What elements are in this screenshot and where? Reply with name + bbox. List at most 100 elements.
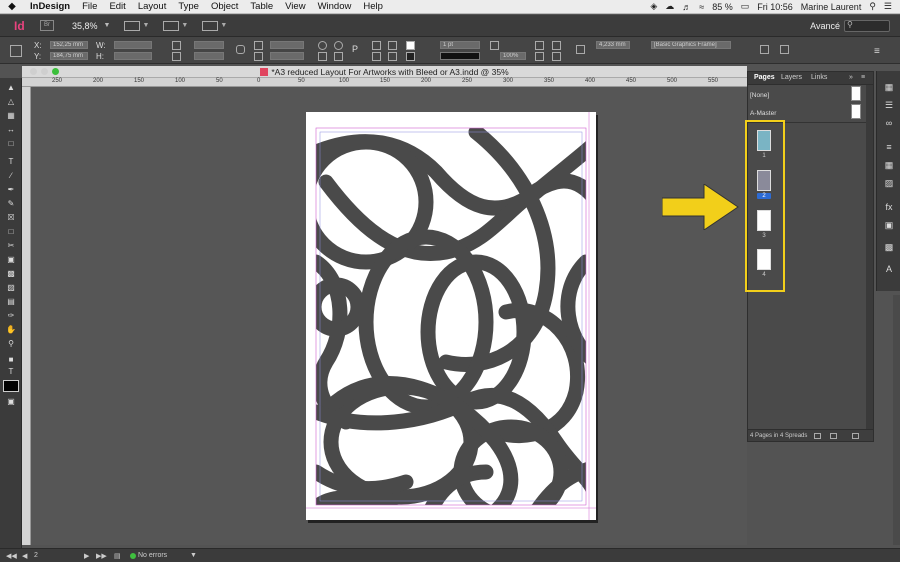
gradient-swatch-tool-icon[interactable]: ▩	[3, 268, 19, 280]
menu-window[interactable]: Window	[312, 1, 358, 12]
flip-horizontal-icon[interactable]	[318, 52, 327, 61]
links-panel-icon[interactable]: ∞	[883, 117, 895, 129]
vertical-ruler[interactable]	[22, 87, 31, 545]
last-page-icon[interactable]: ▶▶	[96, 552, 107, 560]
document-page[interactable]	[306, 112, 596, 520]
x-field[interactable]: 152,25 mm	[50, 41, 88, 49]
line-tool-icon[interactable]: ∕	[3, 170, 19, 182]
reference-point-icon[interactable]	[10, 45, 22, 57]
gradient-panel-icon[interactable]: ▨	[883, 177, 895, 189]
shear-field[interactable]	[270, 52, 304, 60]
notifications-icon[interactable]: ☰	[884, 1, 892, 12]
pages-scrollbar[interactable]	[866, 85, 873, 429]
current-page-field[interactable]: 2	[34, 552, 38, 559]
rotate-90-cw-icon[interactable]	[318, 41, 327, 50]
formatting-affects-icon[interactable]: T	[3, 366, 19, 378]
direct-selection-tool-icon[interactable]: △	[3, 96, 19, 108]
effects-panel-icon[interactable]: fx	[883, 201, 895, 213]
collapse-icon[interactable]: »	[849, 74, 853, 81]
screen-mode-icon[interactable]: ▣	[3, 396, 19, 408]
chevron-down-icon[interactable]: ▼	[142, 22, 149, 29]
gap-tool-icon[interactable]: ↔	[3, 124, 19, 136]
quick-apply-icon[interactable]	[760, 45, 769, 54]
object-style-dropdown[interactable]: [Basic Graphics Frame]	[651, 41, 731, 49]
clock[interactable]: Fri 10:56	[757, 2, 793, 12]
battery-icon[interactable]: ▭	[741, 1, 750, 12]
rotate-90-ccw-icon[interactable]	[334, 41, 343, 50]
page-size-icon[interactable]	[814, 433, 821, 439]
zoom-tool-icon[interactable]: ⚲	[3, 338, 19, 350]
next-page-icon[interactable]: ▶	[84, 552, 89, 560]
menu-object[interactable]: Object	[205, 1, 244, 12]
screen-mode-icon[interactable]	[163, 20, 180, 31]
stroke-panel-icon[interactable]: ≡	[883, 141, 895, 153]
select-container-icon[interactable]	[372, 41, 381, 50]
document-tab[interactable]: *A3 reduced Layout For Artworks with Ble…	[22, 66, 747, 78]
default-fill-stroke-icon[interactable]: ■	[3, 354, 19, 366]
a-master-thumbnail[interactable]	[851, 104, 861, 119]
content-collector-icon[interactable]: □	[3, 138, 19, 150]
drop-shadow-icon[interactable]	[535, 41, 544, 50]
eyedropper-tool-icon[interactable]: ✑	[3, 310, 19, 322]
new-page-icon[interactable]	[830, 433, 837, 439]
zoom-level[interactable]: 35,8%	[72, 21, 98, 31]
h-field[interactable]	[114, 52, 152, 60]
gradient-feather-tool-icon[interactable]: ▨	[3, 282, 19, 294]
panel-menu-icon[interactable]: ≡	[874, 46, 880, 57]
flip-vertical-icon[interactable]	[334, 52, 343, 61]
select-next-icon[interactable]	[388, 52, 397, 61]
workspace-switcher[interactable]: Avancé	[810, 21, 840, 31]
bridge-button[interactable]: Br	[40, 20, 54, 31]
open-folder-icon[interactable]: ▤	[114, 552, 121, 560]
select-content-icon[interactable]	[388, 41, 397, 50]
view-options-icon[interactable]	[124, 20, 141, 31]
wifi-icon[interactable]: ≈	[699, 2, 704, 12]
vertical-scrollbar[interactable]	[893, 295, 900, 545]
menu-file[interactable]: File	[76, 1, 103, 12]
page-tool-icon[interactable]: ▦	[3, 110, 19, 122]
opacity-field[interactable]: 100%	[500, 52, 526, 60]
apple-icon[interactable]: ◆	[0, 1, 24, 12]
artwork-pattern[interactable]	[306, 112, 596, 520]
stroke-weight-field[interactable]: 1 pt	[440, 41, 480, 49]
y-field[interactable]: 184,75 mm	[50, 52, 88, 60]
cloud-icon[interactable]: ☁	[665, 1, 674, 12]
search-icon[interactable]: ⚲	[869, 1, 876, 12]
scale-x-field[interactable]	[194, 41, 224, 49]
pen-tool-icon[interactable]: ✒	[3, 184, 19, 196]
swatches-panel-icon[interactable]: ▦	[883, 159, 895, 171]
stroke-type-field[interactable]	[440, 52, 480, 60]
constrain-proportions-icon[interactable]	[236, 45, 245, 54]
w-field[interactable]	[114, 41, 152, 49]
menu-indesign[interactable]: InDesign	[24, 1, 76, 12]
fit-frame-icon[interactable]	[552, 52, 561, 61]
text-wrap-icon[interactable]	[552, 41, 561, 50]
pencil-tool-icon[interactable]: ✎	[3, 198, 19, 210]
none-master-thumbnail[interactable]	[851, 86, 861, 101]
rectangle-tool-icon[interactable]: □	[3, 226, 19, 238]
menu-help[interactable]: Help	[357, 1, 389, 12]
stroke-swatch-icon[interactable]	[406, 52, 415, 61]
fit-content-icon[interactable]	[535, 52, 544, 61]
corner-options-icon[interactable]	[576, 45, 585, 54]
rectangle-frame-tool-icon[interactable]: ☒	[3, 212, 19, 224]
text-wrap-panel-icon[interactable]: ▣	[883, 219, 895, 231]
layers-panel-icon[interactable]: ☰	[883, 99, 895, 111]
fill-stroke-swatch-icon[interactable]	[3, 380, 19, 392]
scissors-tool-icon[interactable]: ✂	[3, 240, 19, 252]
menu-type[interactable]: Type	[172, 1, 205, 12]
rotation-field[interactable]	[270, 41, 304, 49]
chevron-down-icon[interactable]: ▼	[181, 22, 188, 29]
hand-tool-icon[interactable]: ✋	[3, 324, 19, 336]
fill-swatch-icon[interactable]	[406, 41, 415, 50]
note-tool-icon[interactable]: ▤	[3, 296, 19, 308]
corner-size-field[interactable]: 4,233 mm	[596, 41, 630, 49]
delete-page-icon[interactable]	[852, 433, 859, 439]
align-panel-icon[interactable]: ▩	[883, 241, 895, 253]
selection-tool-icon[interactable]: ▲	[3, 82, 19, 94]
effects-icon[interactable]	[490, 41, 499, 50]
arrange-documents-icon[interactable]	[202, 20, 219, 31]
menu-layout[interactable]: Layout	[132, 1, 173, 12]
preflight-menu-icon[interactable]: ▼	[190, 552, 197, 559]
select-previous-icon[interactable]	[372, 52, 381, 61]
